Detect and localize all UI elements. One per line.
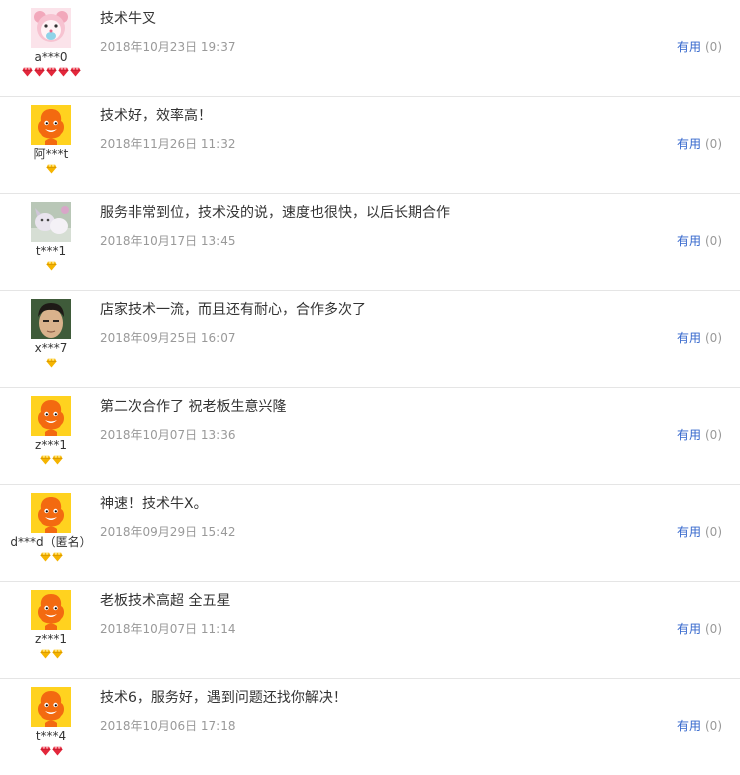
- useful-button[interactable]: 有用 (0): [677, 234, 722, 248]
- useful-button[interactable]: 有用 (0): [677, 40, 722, 54]
- review-list: a***0 技术牛叉 2018年10月23日 19:37 有用 (0) 阿***t…: [0, 0, 740, 775]
- gold-diamond-icon: [45, 348, 57, 368]
- review-item: z***1 老板技术高超 全五星 2018年10月07日 11:14 有用 (0): [0, 582, 740, 679]
- useful-button[interactable]: 有用 (0): [677, 331, 722, 345]
- avatar-photo-person[interactable]: [31, 299, 71, 339]
- useful-count: (0): [705, 428, 722, 442]
- review-item: d***d（匿名） 神速！技术牛X。 2018年09月29日 15:42 有用 (…: [0, 485, 740, 582]
- avatar-photo-pets[interactable]: [31, 202, 71, 242]
- review-item: t***4 技术6，服务好，遇到问题还找你解决！ 2018年10月06日 17:…: [0, 679, 740, 775]
- reviewer: z***1: [0, 590, 102, 661]
- red-diamond-icon: [51, 736, 63, 756]
- red-diamond-icon: [33, 57, 45, 77]
- credit-level-badges: [0, 358, 102, 370]
- useful-label[interactable]: 有用: [677, 622, 701, 636]
- red-diamond-icon: [69, 57, 81, 77]
- avatar-orange-mascot[interactable]: [31, 396, 71, 436]
- avatar-pink-bear[interactable]: [31, 8, 71, 48]
- credit-level-badges: [0, 261, 102, 273]
- red-diamond-icon: [45, 57, 57, 77]
- useful-button[interactable]: 有用 (0): [677, 137, 722, 151]
- avatar-orange-mascot[interactable]: [31, 687, 71, 727]
- credit-level-badges: [0, 67, 102, 79]
- credit-level-badges: [0, 455, 102, 467]
- useful-button[interactable]: 有用 (0): [677, 719, 722, 733]
- reviewer: a***0: [0, 8, 102, 79]
- reviewer: d***d（匿名）: [0, 493, 102, 564]
- review-item: a***0 技术牛叉 2018年10月23日 19:37 有用 (0): [0, 0, 740, 97]
- useful-label[interactable]: 有用: [677, 234, 701, 248]
- review-time: 2018年11月26日 11:32: [100, 137, 236, 151]
- useful-count: (0): [705, 331, 722, 345]
- review-time: 2018年09月25日 16:07: [100, 331, 236, 345]
- review-text: 服务非常到位，技术没的说，速度也很快，以后长期合作: [100, 205, 450, 221]
- review-text: 第二次合作了 祝老板生意兴隆: [100, 399, 287, 415]
- gold-diamond-icon: [39, 639, 51, 659]
- useful-label[interactable]: 有用: [677, 137, 701, 151]
- review-item: t***1 服务非常到位，技术没的说，速度也很快，以后长期合作 2018年10月…: [0, 194, 740, 291]
- review-time: 2018年10月07日 11:14: [100, 622, 236, 636]
- useful-label[interactable]: 有用: [677, 525, 701, 539]
- credit-level-badges: [0, 552, 102, 564]
- avatar-orange-mascot[interactable]: [31, 105, 71, 145]
- review-text: 老板技术高超 全五星: [100, 593, 231, 609]
- review-time: 2018年10月23日 19:37: [100, 40, 236, 54]
- red-diamond-icon: [39, 736, 51, 756]
- gold-diamond-icon: [51, 542, 63, 562]
- review-time: 2018年09月29日 15:42: [100, 525, 236, 539]
- gold-diamond-icon: [51, 445, 63, 465]
- review-text: 店家技术一流，而且还有耐心，合作多次了: [100, 302, 366, 318]
- credit-level-badges: [0, 746, 102, 758]
- useful-button[interactable]: 有用 (0): [677, 428, 722, 442]
- useful-button[interactable]: 有用 (0): [677, 525, 722, 539]
- useful-count: (0): [705, 137, 722, 151]
- useful-label[interactable]: 有用: [677, 428, 701, 442]
- useful-label[interactable]: 有用: [677, 331, 701, 345]
- avatar-orange-mascot[interactable]: [31, 590, 71, 630]
- gold-diamond-icon: [39, 445, 51, 465]
- useful-count: (0): [705, 719, 722, 733]
- review-text: 技术牛叉: [100, 11, 156, 27]
- credit-level-badges: [0, 649, 102, 661]
- reviewer: t***4: [0, 687, 102, 758]
- review-time: 2018年10月07日 13:36: [100, 428, 236, 442]
- reviewer: 阿***t: [0, 105, 102, 176]
- review-item: x***7 店家技术一流，而且还有耐心，合作多次了 2018年09月25日 16…: [0, 291, 740, 388]
- gold-diamond-icon: [45, 251, 57, 271]
- red-diamond-icon: [57, 57, 69, 77]
- review-time: 2018年10月06日 17:18: [100, 719, 236, 733]
- gold-diamond-icon: [45, 154, 57, 174]
- review-text: 技术6，服务好，遇到问题还找你解决！: [100, 690, 347, 706]
- useful-button[interactable]: 有用 (0): [677, 622, 722, 636]
- gold-diamond-icon: [39, 542, 51, 562]
- credit-level-badges: [0, 164, 102, 176]
- review-item: z***1 第二次合作了 祝老板生意兴隆 2018年10月07日 13:36 有…: [0, 388, 740, 485]
- review-time: 2018年10月17日 13:45: [100, 234, 236, 248]
- useful-count: (0): [705, 40, 722, 54]
- useful-label[interactable]: 有用: [677, 40, 701, 54]
- red-diamond-icon: [21, 57, 33, 77]
- reviewer: t***1: [0, 202, 102, 273]
- useful-count: (0): [705, 234, 722, 248]
- review-text: 神速！技术牛X。: [100, 496, 208, 512]
- useful-label[interactable]: 有用: [677, 719, 701, 733]
- avatar-orange-mascot[interactable]: [31, 493, 71, 533]
- review-text: 技术好，效率高！: [100, 108, 212, 124]
- reviewer: z***1: [0, 396, 102, 467]
- review-item: 阿***t 技术好，效率高！ 2018年11月26日 11:32 有用 (0): [0, 97, 740, 194]
- gold-diamond-icon: [51, 639, 63, 659]
- useful-count: (0): [705, 525, 722, 539]
- useful-count: (0): [705, 622, 722, 636]
- reviewer: x***7: [0, 299, 102, 370]
